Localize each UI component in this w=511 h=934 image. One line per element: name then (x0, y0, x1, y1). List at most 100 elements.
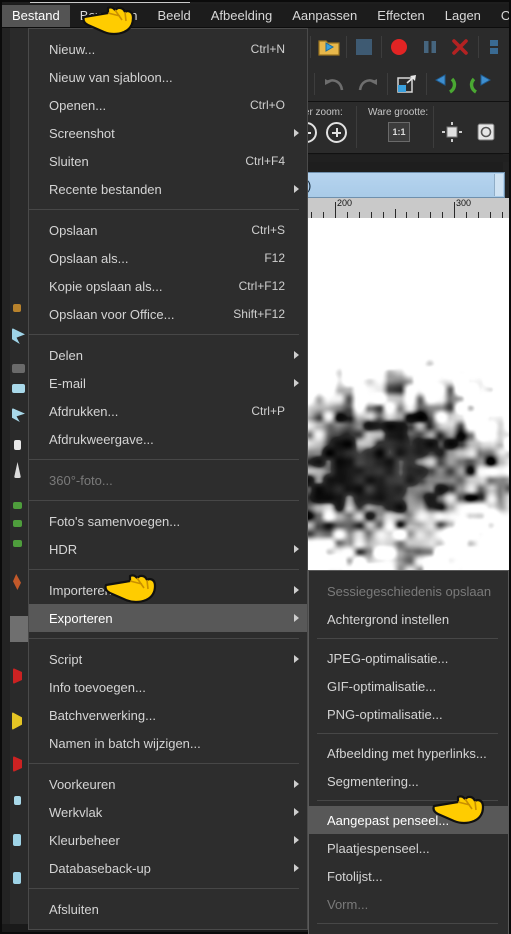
file-menu-item-voorkeuren[interactable]: Voorkeuren (29, 770, 307, 798)
file-menu-item-foto-s-samenvoegen[interactable]: Foto's samenvoegen... (29, 507, 307, 535)
rotate-right-icon[interactable] (463, 67, 497, 101)
ruler-tick (394, 209, 396, 218)
fit-to-layer-button[interactable] (504, 120, 511, 144)
file-menu-item-sluiten[interactable]: Sluiten Ctrl+F4 (29, 147, 307, 175)
export-menu-item-jpeg-optimalisatie[interactable]: JPEG-optimalisatie... (309, 644, 508, 672)
tool-shapes[interactable] (13, 834, 21, 846)
menu-item-shortcut: Shift+F12 (233, 307, 285, 321)
file-menu-item-hdr[interactable]: HDR (29, 535, 307, 563)
menu-item-label: Fotolijst... (327, 868, 383, 884)
tool-red-eye[interactable] (13, 520, 22, 527)
file-menu-item-openen[interactable]: Openen... Ctrl+O (29, 91, 307, 119)
submenu-arrow-icon (294, 780, 299, 788)
menu-item-label: Segmentering... (327, 773, 419, 789)
tool-text[interactable] (14, 796, 21, 805)
resize-image-icon[interactable] (390, 67, 424, 101)
file-menu-item-databaseback-up[interactable]: Databaseback-up (29, 854, 307, 882)
menubar-item-afbeelding[interactable]: Afbeelding (201, 5, 282, 28)
file-menu-item-exporteren[interactable]: Exporteren (29, 604, 307, 632)
file-menu-item-afdrukweergave[interactable]: Afdrukweergave... (29, 425, 307, 453)
menubar-item-beeld[interactable]: Beeld (148, 5, 201, 28)
stop-square-icon[interactable] (349, 30, 379, 64)
close-x-icon[interactable] (445, 30, 475, 64)
file-menu-item-info-toevoegen[interactable]: Info toevoegen... (29, 673, 307, 701)
image-canvas[interactable] (278, 218, 511, 570)
file-menu-item-recente-bestanden[interactable]: Recente bestanden (29, 175, 307, 203)
menu-item-label: 360°-foto... (49, 472, 113, 488)
record-icon[interactable] (384, 30, 414, 64)
file-menu-item-opslaan-voor-office[interactable]: Opslaan voor Office... Shift+F12 (29, 300, 307, 328)
open-folder-icon[interactable] (313, 30, 343, 64)
file-menu-item-screenshot[interactable]: Screenshot (29, 119, 307, 147)
tool-perspective[interactable] (13, 502, 22, 509)
document-title-bar[interactable]: rond) (278, 172, 505, 198)
zoom-in-button[interactable] (326, 122, 347, 143)
tool-pen[interactable] (13, 872, 21, 884)
actual-size-button[interactable]: 1:1 (388, 122, 410, 142)
submenu-arrow-icon (294, 545, 299, 553)
document-minimize-button[interactable] (494, 174, 503, 196)
zoom-toolbar[interactable]: Meer zoom: Ware grootte: 1:1 (278, 102, 511, 154)
toolbar-separator (314, 72, 315, 95)
export-menu-item-afbeelding-met-hyperlinks[interactable]: Afbeelding met hyperlinks... (309, 739, 508, 767)
export-menu-item-plaatjespenseel[interactable]: Plaatjespenseel... (309, 834, 508, 862)
file-menu-dropdown[interactable]: Nieuw... Ctrl+N Nieuw van sjabloon... Opene… (28, 28, 308, 930)
submenu-arrow-icon (294, 808, 299, 816)
file-menu-item-e-mail[interactable]: E-mail (29, 369, 307, 397)
menubar-item-label: Afbeelding (210, 7, 273, 23)
standard-toolbar[interactable] (278, 28, 511, 102)
file-menu-item-nieuw[interactable]: Nieuw... Ctrl+N (29, 35, 307, 63)
tool-crop[interactable] (14, 440, 21, 450)
rotate-left-icon[interactable] (429, 67, 463, 101)
menubar-item-objecten[interactable]: Objecten (491, 5, 511, 28)
export-submenu[interactable]: Sessiegeschiedenis opslaan Achtergrond in… (308, 570, 509, 934)
menu-separator (29, 209, 299, 210)
menubar-item-aanpassen[interactable]: Aanpassen (282, 5, 367, 28)
export-menu-item-aangepast-penseel[interactable]: Aangepast penseel... (309, 806, 508, 834)
menubar-item-bewerken[interactable]: Bewerken (70, 5, 148, 28)
file-menu-item-kleurbeheer[interactable]: Kleurbeheer (29, 826, 307, 854)
menubar-item-bestand[interactable]: Bestand (2, 4, 70, 28)
file-menu-item-opslaan-als[interactable]: Opslaan als... F12 (29, 244, 307, 272)
file-menu-item-opslaan[interactable]: Opslaan Ctrl+S (29, 216, 307, 244)
menubar-item-lagen[interactable]: Lagen (435, 5, 491, 28)
submenu-arrow-icon (294, 379, 299, 387)
menu-separator (29, 763, 299, 764)
redo-arrow-icon[interactable] (351, 67, 385, 101)
tools-toolbar[interactable] (2, 28, 28, 932)
pause-icon[interactable] (415, 30, 445, 64)
undo-arrow-icon[interactable] (317, 67, 351, 101)
menubar-item-effecten[interactable]: Effecten (367, 5, 434, 28)
tool-magicwand[interactable] (12, 384, 25, 393)
tool-makeover[interactable] (13, 540, 22, 547)
main-menu-bar[interactable]: Bestand Bewerken Beeld Afbeelding Aanpassen E… (2, 4, 511, 28)
file-menu-item-script[interactable]: Script (29, 645, 307, 673)
partial-icon[interactable] (480, 30, 510, 64)
export-menu-item-achtergrond-instellen[interactable]: Achtergrond instellen (309, 605, 508, 633)
fit-to-window-button[interactable] (440, 120, 464, 144)
file-menu-item-afdrukken[interactable]: Afdrukken... Ctrl+P (29, 397, 307, 425)
menu-item-label: Afbeelding met hyperlinks... (327, 745, 487, 761)
menu-item-label: Afdrukken... (49, 403, 119, 419)
menu-item-label: Werkvlak (49, 804, 103, 820)
file-menu-item-nieuw-van-sjabloon[interactable]: Nieuw van sjabloon... (29, 63, 307, 91)
export-menu-item-fotolijst[interactable]: Fotolijst... (309, 862, 508, 890)
tool-paintbrush-selected[interactable] (10, 616, 28, 642)
tool-pick[interactable] (13, 304, 21, 312)
export-menu-item-png-optimalisatie[interactable]: PNG-optimalisatie... (309, 700, 508, 728)
toolbar-separator (387, 72, 388, 95)
fit-to-image-button[interactable] (474, 120, 498, 144)
menu-separator (29, 459, 299, 460)
file-menu-item-namen-in-batch-wijzigen[interactable]: Namen in batch wijzigen... (29, 729, 307, 757)
document-window-buttons[interactable] (494, 174, 503, 196)
file-menu-item-werkvlak[interactable]: Werkvlak (29, 798, 307, 826)
export-menu-item-gif-optimalisatie[interactable]: GIF-optimalisatie... (309, 672, 508, 700)
tool-freehand[interactable] (12, 364, 25, 373)
file-menu-item-delen[interactable]: Delen (29, 341, 307, 369)
file-menu-item-kopie-opslaan-als[interactable]: Kopie opslaan als... Ctrl+F12 (29, 272, 307, 300)
file-menu-item-batchverwerking[interactable]: Batchverwerking... (29, 701, 307, 729)
export-menu-item-segmentering[interactable]: Segmentering... (309, 767, 508, 795)
ruler-label: 300 (456, 198, 472, 208)
file-menu-item-importeren[interactable]: Importeren (29, 576, 307, 604)
file-menu-item-afsluiten[interactable]: Afsluiten (29, 895, 307, 923)
